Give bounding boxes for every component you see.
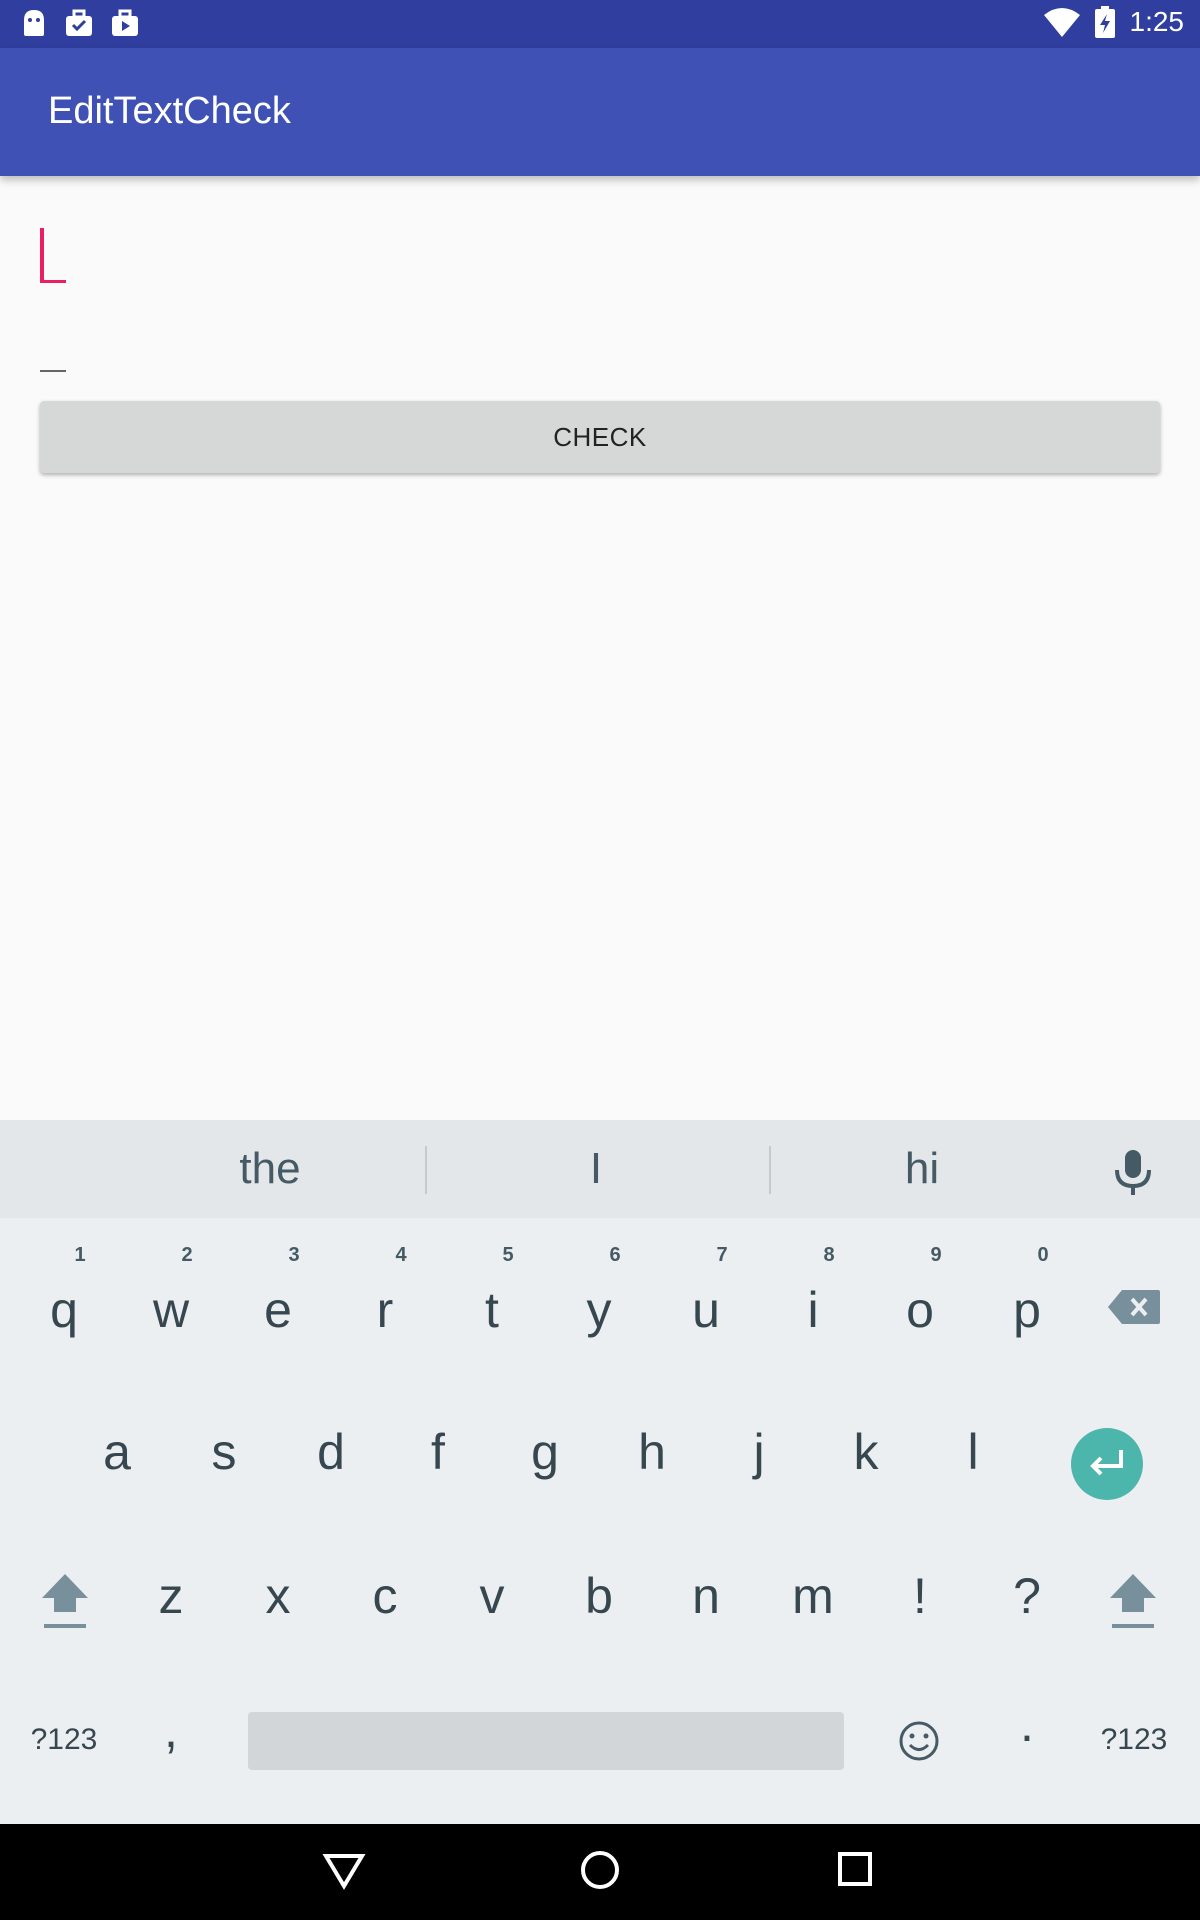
suggestion-divider [769,1146,771,1194]
row2-key[interactable]: g [495,1422,595,1482]
key-number-hint: 4 [395,1244,407,1266]
app-bar: EditTextCheck [0,48,1200,176]
row3-key[interactable]: n [656,1566,756,1626]
battery-charging-icon [1094,6,1115,38]
row2-key[interactable]: k [816,1422,916,1482]
backspace-icon[interactable] [1108,1290,1160,1324]
symbols-key-right[interactable]: ?123 [1084,1710,1184,1770]
wifi-icon [1043,8,1080,37]
key-number-hint: 8 [823,1244,835,1266]
briefcase-play-icon [112,9,138,36]
row1-key[interactable]: q [14,1280,114,1340]
row1-key[interactable]: w [121,1280,221,1340]
key-number-hint: 5 [502,1244,514,1266]
field-1-underline [40,280,66,283]
row2-key[interactable]: j [709,1422,809,1482]
status-time: 1:25 [1129,6,1185,37]
text-cursor [40,228,44,282]
field-2-underline [40,370,66,372]
key-number-hint: 7 [716,1244,728,1266]
row3-key[interactable]: ! [870,1566,970,1626]
row1-key[interactable]: t [442,1280,542,1340]
row1-key[interactable]: p [977,1280,1077,1340]
row1-key[interactable]: u [656,1280,756,1340]
row2-key[interactable]: h [602,1422,702,1482]
app-title: EditTextCheck [48,90,291,132]
check-button[interactable]: CHECK [40,401,1160,473]
soft-keyboard: the I hi ?123 , . ?123 q 1 w 2 e 3 r 4 t… [0,1120,1200,1824]
row3-key[interactable]: v [442,1566,542,1626]
suggestion-1[interactable]: the [170,1144,370,1194]
key-number-hint: 0 [1037,1244,1049,1266]
row2-key[interactable]: a [67,1422,167,1482]
key-number-hint: 9 [930,1244,942,1266]
key-number-hint: 6 [609,1244,621,1266]
row2-key[interactable]: s [174,1422,274,1482]
key-number-hint: 1 [74,1244,86,1266]
row3-key[interactable]: b [549,1566,649,1626]
shift-right-icon[interactable] [1108,1572,1158,1630]
row1-key[interactable]: y [549,1280,649,1340]
row3-key[interactable]: ? [977,1566,1077,1626]
suggestion-divider [425,1146,427,1194]
period-key[interactable]: . [977,1694,1077,1754]
row1-key[interactable]: r [335,1280,435,1340]
space-bar[interactable] [248,1712,844,1770]
row3-key[interactable]: x [228,1566,328,1626]
key-number-hint: 2 [181,1244,193,1266]
android-icon [24,10,44,36]
enter-key[interactable] [1071,1428,1143,1500]
row3-key[interactable]: c [335,1566,435,1626]
row3-key[interactable]: m [763,1566,863,1626]
shift-left-icon[interactable] [40,1572,90,1630]
row3-key[interactable]: z [121,1566,221,1626]
edit-text-field-1[interactable] [40,176,1160,283]
microphone-icon[interactable] [1112,1148,1154,1196]
suggestion-2[interactable]: I [496,1144,696,1194]
suggestion-3[interactable]: hi [822,1144,1022,1194]
recents-icon[interactable] [834,1848,878,1892]
key-number-hint: 3 [288,1244,300,1266]
symbols-key-left[interactable]: ?123 [14,1710,114,1770]
row1-key[interactable]: o [870,1280,970,1340]
emoji-icon[interactable] [898,1720,940,1762]
back-icon[interactable] [322,1848,366,1892]
suggestion-strip: the I hi [0,1120,1200,1218]
row2-key[interactable]: f [388,1422,488,1482]
comma-key[interactable]: , [121,1700,221,1760]
enter-icon [1090,1450,1123,1476]
briefcase-check-icon [66,9,92,36]
row2-key[interactable]: l [923,1422,1023,1482]
status-bar: 1:25 [0,0,1200,48]
navigation-bar [0,1824,1200,1920]
edit-text-field-2[interactable] [40,326,1160,396]
row1-key[interactable]: i [763,1280,863,1340]
row2-key[interactable]: d [281,1422,381,1482]
row1-key[interactable]: e [228,1280,328,1340]
home-icon[interactable] [578,1848,622,1892]
